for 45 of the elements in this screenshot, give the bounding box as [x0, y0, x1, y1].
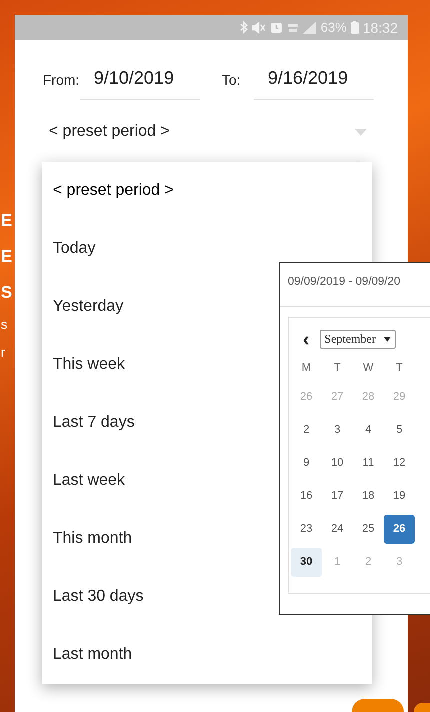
battery-icon	[350, 21, 359, 34]
preset-option[interactable]: Last month	[42, 626, 372, 684]
from-date-field[interactable]: 9/10/2019	[80, 60, 200, 100]
calendar-day[interactable]: 2	[291, 416, 322, 445]
calendar-day[interactable]: 26	[384, 515, 415, 544]
calendar-day[interactable]: 10	[322, 449, 353, 478]
dropdown-arrow-icon	[355, 128, 367, 136]
calendar-day[interactable]: 11	[353, 449, 384, 478]
calendar-day[interactable]: 4	[353, 416, 384, 445]
background-text: E	[1, 246, 12, 268]
calendar-day[interactable]: 23	[291, 515, 322, 544]
calendar-day[interactable]: 30	[291, 548, 322, 577]
calendar-day[interactable]: 9	[291, 449, 322, 478]
weekday-label: T	[395, 361, 404, 376]
calendar-day[interactable]: 3	[322, 416, 353, 445]
preset-period-select[interactable]: < preset period >	[43, 122, 373, 151]
to-date-field[interactable]: 9/16/2019	[254, 60, 374, 100]
calendar-day[interactable]: 25	[353, 515, 384, 544]
weekday-label: T	[333, 361, 342, 376]
network-icon	[286, 22, 299, 34]
background-text: r	[1, 344, 6, 362]
calendar-day[interactable]: 16	[291, 482, 322, 511]
background-text: s	[1, 316, 8, 334]
background-text: E	[1, 210, 12, 232]
to-label: To:	[222, 72, 242, 88]
dropdown-arrow-icon	[384, 337, 391, 342]
month-select[interactable]: September	[320, 330, 396, 349]
floating-action-button[interactable]	[352, 699, 404, 712]
from-label: From:	[43, 72, 81, 88]
weekday-label: W	[362, 361, 375, 376]
background-text: S	[1, 282, 12, 304]
calendar-day[interactable]: 17	[322, 482, 353, 511]
mute-icon	[252, 22, 266, 34]
previous-month-button[interactable]: ‹	[303, 332, 310, 348]
calendar-day[interactable]: 12	[384, 449, 415, 478]
preset-option[interactable]: < preset period >	[42, 162, 372, 220]
calendar-day[interactable]: 24	[322, 515, 353, 544]
calendar-day[interactable]: 18	[353, 482, 384, 511]
calendar-day[interactable]: 19	[384, 482, 415, 511]
signal-icon	[302, 22, 317, 34]
calendar-day[interactable]: 5	[384, 416, 415, 445]
bluetooth-icon	[240, 21, 248, 34]
floating-action-button[interactable]	[414, 703, 430, 712]
weekday-label: M	[300, 361, 312, 376]
alarm-icon	[270, 21, 283, 34]
